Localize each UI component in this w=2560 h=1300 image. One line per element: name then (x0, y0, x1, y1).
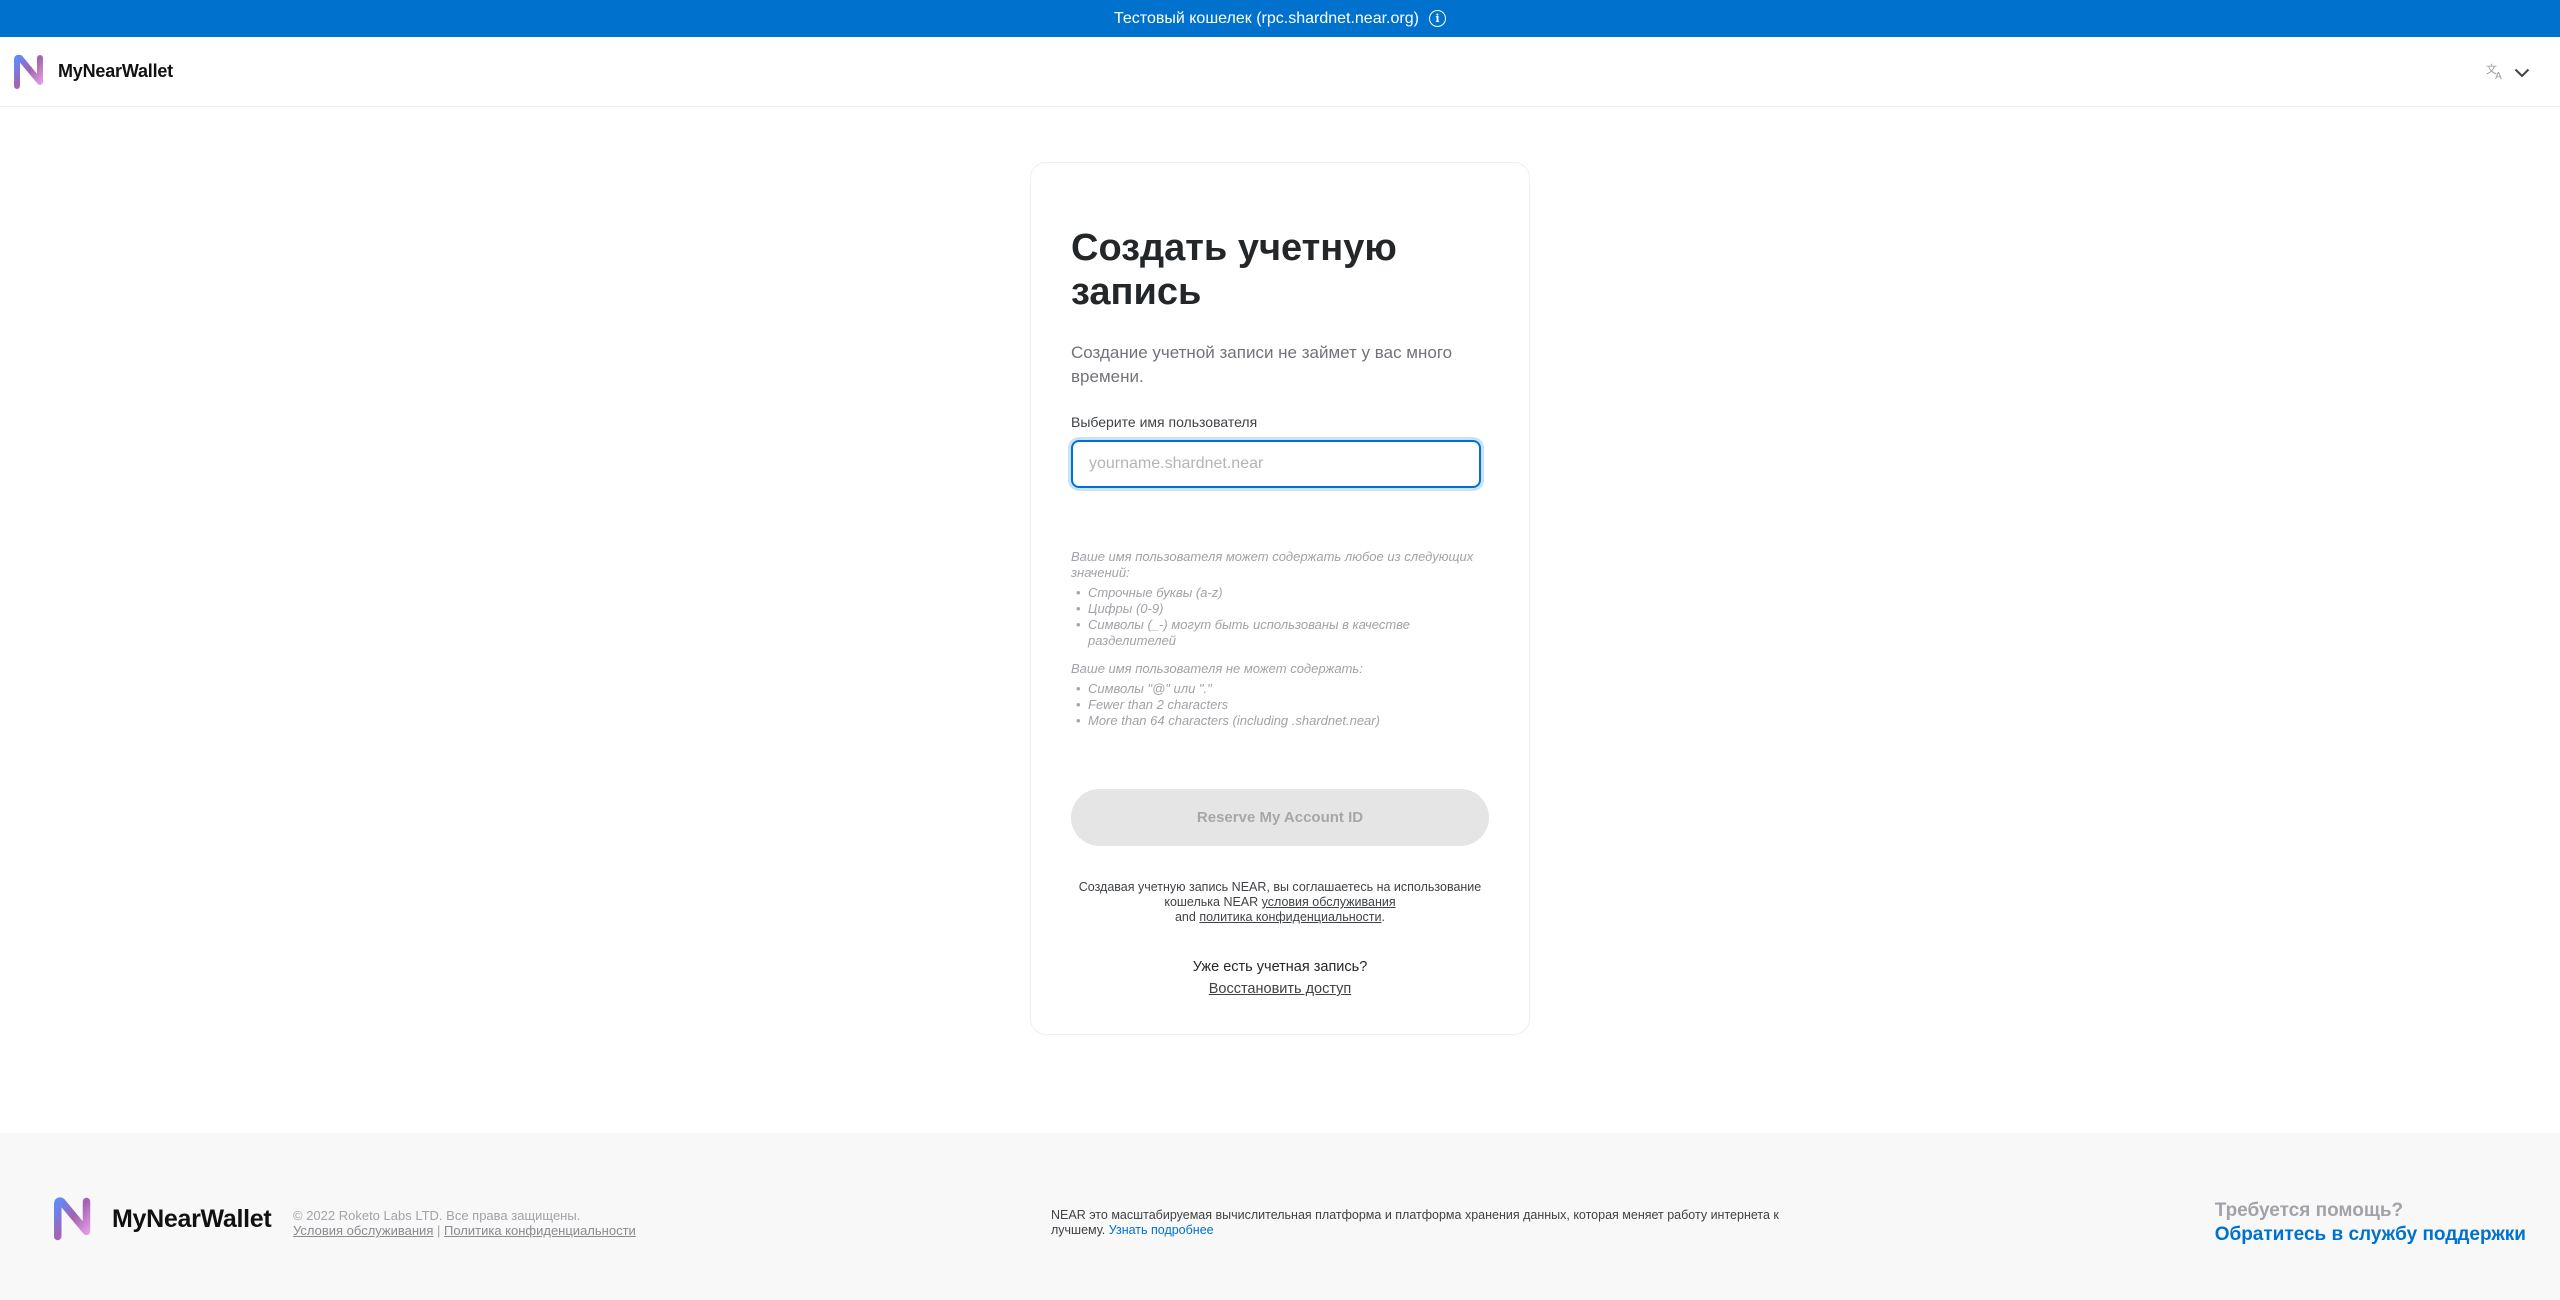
header: MyNearWallet 文 A (0, 37, 2560, 107)
translate-icon: 文 A (2486, 62, 2506, 85)
footer-terms-link[interactable]: Условия обслуживания (293, 1223, 433, 1238)
svg-text:A: A (2495, 71, 2502, 80)
footer-about: NEAR это масштабируемая вычислительная п… (1051, 1208, 1791, 1238)
copyright-text: © 2022 Roketo Labs LTD. Все права защище… (293, 1208, 581, 1223)
rule-item: Символы "@" или "." (1071, 681, 1491, 697)
terms-and: and (1174, 910, 1196, 924)
footer-row: MyNearWallet © 2022 Roketo Labs LTD. Все… (0, 1191, 2560, 1251)
page-subtitle: Создание учетной записи не займет у вас … (1071, 343, 1453, 386)
near-logo-icon (54, 1197, 91, 1241)
footer-privacy-link[interactable]: Политика конфиденциальности (444, 1223, 636, 1238)
learn-more-link[interactable]: Узнать подробнее (1109, 1223, 1214, 1237)
help-question: Требуется помощь? (2214, 1200, 2404, 1221)
info-icon[interactable]: i (1428, 10, 1446, 27)
contact-support-link[interactable]: Обратитесь в службу поддержки (2215, 1224, 2526, 1246)
rule-item: Символы (_-) могут быть использованы в к… (1071, 617, 1491, 649)
account-id-input[interactable] (1071, 440, 1481, 488)
recover-account-link[interactable]: Восстановить доступ (1209, 981, 1352, 997)
network-banner-text: Тестовый кошелек (rpc.shardnet.near.org) (1114, 9, 1419, 27)
page-title: Создать учетную запись (1071, 227, 1397, 313)
footer-separator: | (436, 1223, 441, 1238)
header-logo[interactable]: MyNearWallet (14, 54, 173, 90)
rules-cannot-list: Символы "@" или "." Fewer than 2 charact… (1071, 681, 1491, 729)
chevron-down-icon (2514, 65, 2530, 83)
privacy-link[interactable]: политика конфиденциальности (1199, 910, 1381, 924)
language-selector[interactable]: 文 A (2486, 62, 2530, 85)
footer: MyNearWallet © 2022 Roketo Labs LTD. Все… (0, 1133, 2560, 1300)
footer-help: Требуется помощь? Обратитесь в службу по… (2215, 1200, 2526, 1246)
footer-logo-text: MyNearWallet (112, 1204, 272, 1233)
network-banner: Тестовый кошелек (rpc.shardnet.near.org)… (0, 0, 2560, 37)
rules-can-intro: Ваше имя пользователя может содержать лю… (1071, 549, 1474, 580)
username-rules: Ваше имя пользователя может содержать лю… (1071, 549, 1491, 741)
reserve-account-button[interactable]: Reserve My Account ID (1071, 789, 1489, 846)
rule-item: Строчные буквы (a-z) (1071, 585, 1491, 601)
terms-notice: Создавая учетную запись NEAR, вы соглаша… (1071, 880, 1489, 925)
username-label: Выберите имя пользователя (1071, 414, 1258, 430)
rules-cannot-intro: Ваше имя пользователя не может содержать… (1071, 661, 1363, 676)
rule-item: Fewer than 2 characters (1071, 697, 1491, 713)
recover-section: Уже есть учетная запись? Восстановить до… (1071, 956, 1489, 1000)
terms-suffix: . (1381, 910, 1386, 924)
footer-logo[interactable]: MyNearWallet (54, 1196, 272, 1242)
terms-link[interactable]: условия обслуживания (1262, 895, 1396, 909)
create-account-card: Создать учетную запись Создание учетной … (1030, 162, 1530, 1035)
have-account-text: Уже есть учетная запись? (1192, 959, 1368, 975)
footer-copyright: © 2022 Roketo Labs LTD. Все права защище… (293, 1208, 636, 1238)
rule-item: Цифры (0-9) (1071, 601, 1491, 617)
rules-can-list: Строчные буквы (a-z) Цифры (0-9) Символы… (1071, 585, 1491, 649)
logo-text: MyNearWallet (58, 61, 173, 81)
near-logo-icon (14, 54, 43, 89)
rule-item: More than 64 characters (including .shar… (1071, 713, 1491, 729)
